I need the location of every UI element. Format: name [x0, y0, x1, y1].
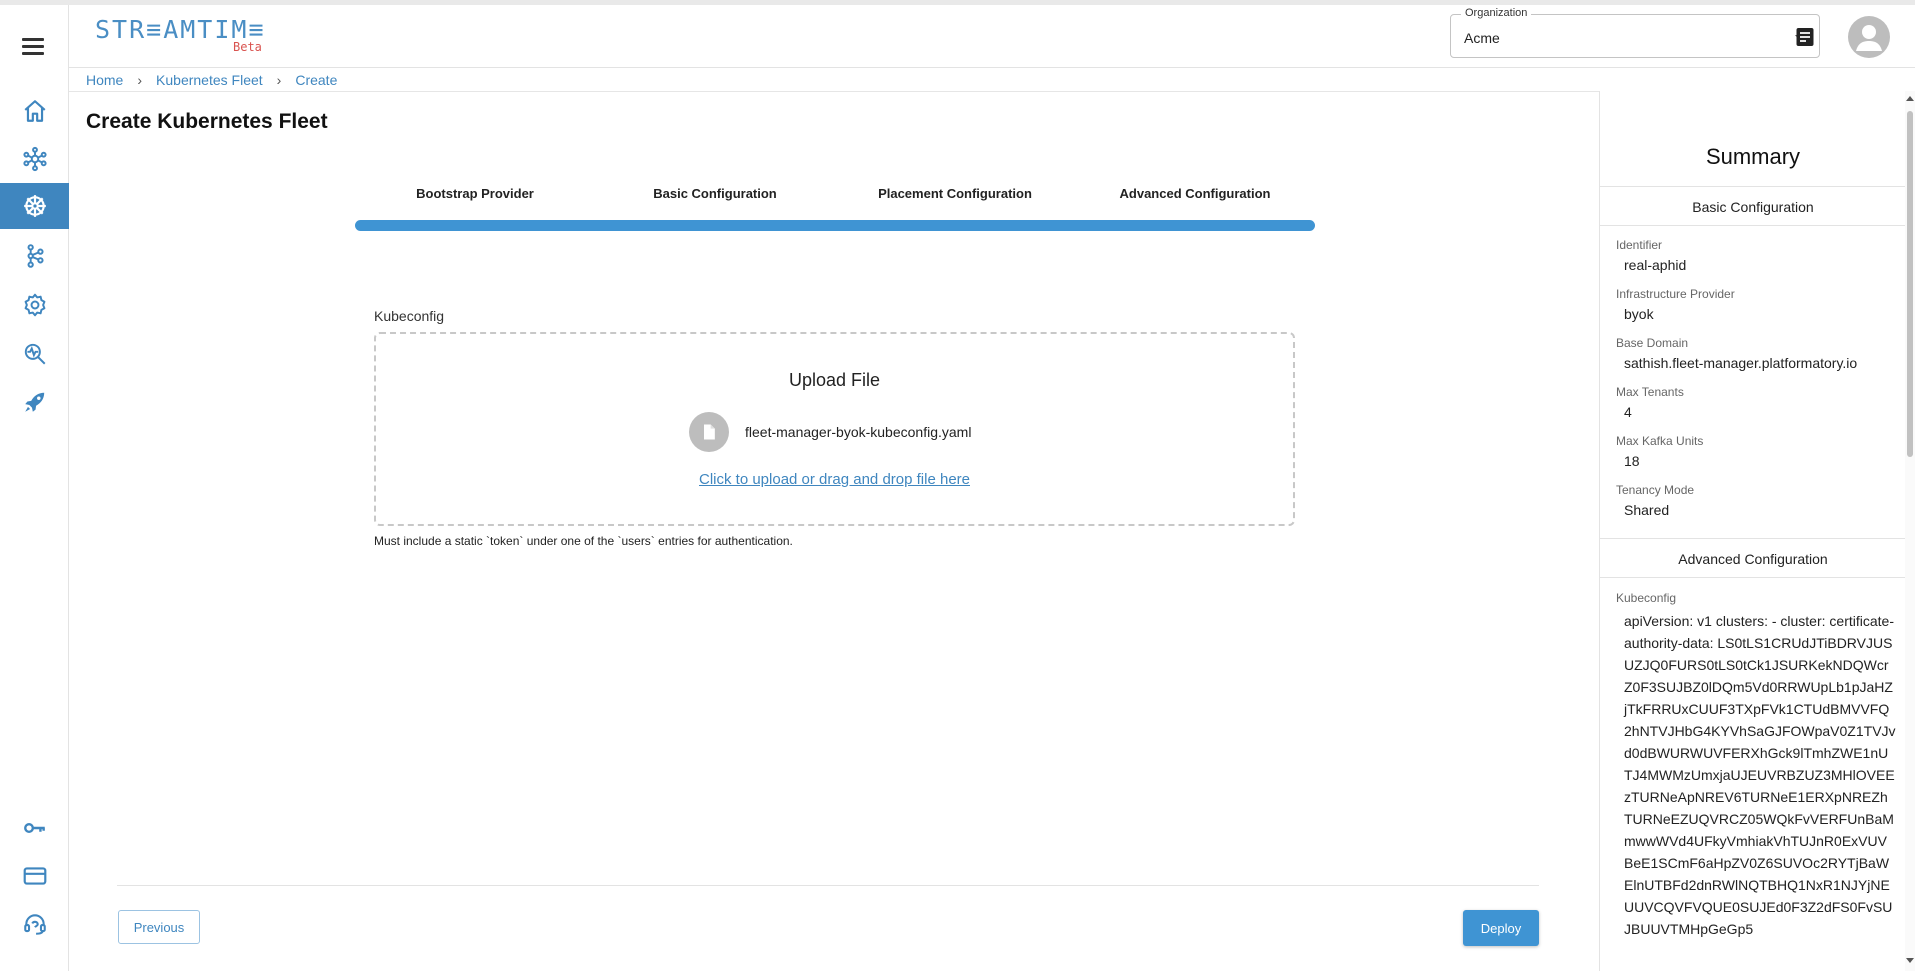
breadcrumb-kubernetes-fleet[interactable]: Kubernetes Fleet — [156, 72, 263, 88]
organization-select[interactable]: Organization Acme — [1450, 7, 1820, 58]
scroll-down-arrow-icon[interactable] — [1906, 958, 1914, 963]
monitoring-search-icon — [24, 343, 45, 365]
kubeconfig-helper-text: Must include a static `token` under one … — [374, 534, 793, 548]
sidebar-item-kubernetes-fleet[interactable] — [0, 183, 69, 229]
deploy-button[interactable]: Deploy — [1463, 910, 1539, 946]
summary-max-tenants-label: Max Tenants — [1616, 385, 1684, 399]
organization-label: Organization — [1461, 7, 1532, 19]
key-icon — [23, 823, 45, 833]
upload-title: Upload File — [788, 370, 881, 390]
previous-button[interactable]: Previous — [118, 910, 200, 944]
breadcrumb: Home › Kubernetes Fleet › Create — [86, 72, 337, 88]
breadcrumb-create[interactable]: Create — [295, 72, 337, 88]
settings-gear-icon — [24, 293, 45, 317]
summary-identifier-label: Identifier — [1616, 238, 1663, 252]
kubernetes-wheel-icon — [23, 195, 46, 217]
summary-base-domain-label: Base Domain — [1616, 336, 1689, 350]
step-advanced-configuration[interactable]: Advanced Configuration — [1075, 186, 1315, 201]
chevron-right-icon: › — [137, 72, 143, 88]
summary-title: Summary — [1705, 144, 1801, 169]
user-avatar[interactable] — [1848, 16, 1890, 58]
uploaded-file: fleet-manager-byok-kubeconfig.yaml — [689, 412, 971, 452]
hamburger-menu-icon[interactable] — [18, 35, 50, 59]
stepper: Bootstrap Provider Basic Configuration P… — [355, 186, 1315, 206]
sidebar-item-billing[interactable] — [0, 853, 69, 899]
hub-nodes-icon — [27, 244, 44, 268]
home-icon — [24, 100, 45, 122]
sidebar-item-support[interactable] — [0, 901, 69, 947]
summary-provider-value: byok — [1624, 306, 1654, 322]
upload-link[interactable]: Click to upload or drag and drop file he… — [376, 471, 1293, 488]
sidebar-item-home[interactable] — [0, 88, 69, 134]
page-title: Create Kubernetes Fleet — [86, 110, 328, 133]
uploaded-file-name: fleet-manager-byok-kubeconfig.yaml — [745, 424, 972, 440]
beta-badge: Beta — [233, 40, 262, 54]
kubeconfig-label: Kubeconfig — [374, 308, 445, 324]
summary-tenancy-mode-label: Tenancy Mode — [1616, 483, 1695, 497]
summary-base-domain-value: sathish.fleet-manager.platformatory.io — [1624, 355, 1858, 371]
summary-max-kafka-units-label: Max Kafka Units — [1616, 434, 1704, 448]
summary-tenancy-mode-value: Shared — [1624, 502, 1670, 518]
rocket-icon — [24, 392, 44, 412]
file-icon — [689, 412, 729, 452]
scroll-up-arrow-icon[interactable] — [1906, 96, 1914, 101]
app-header: STR≡AMTIM≡ Beta Organization Acme — [69, 5, 1915, 68]
stepper-progress-bar — [355, 220, 1315, 231]
sidebar-item-clusters[interactable] — [0, 136, 69, 182]
step-basic-configuration[interactable]: Basic Configuration — [595, 186, 835, 201]
sidebar-item-monitoring[interactable] — [0, 331, 69, 377]
sidebar-item-hubs[interactable] — [0, 233, 69, 279]
organization-value: Acme — [1464, 30, 1500, 46]
sidebar-item-api-keys[interactable] — [0, 805, 69, 851]
summary-kubeconfig-value: apiVersion: v1 clusters: - cluster: cert… — [1624, 613, 1896, 937]
summary-max-kafka-units-value: 18 — [1624, 453, 1640, 469]
summary-panel: Summary Basic Configuration Identifier r… — [1599, 91, 1905, 971]
footer-divider — [117, 885, 1539, 886]
chevron-right-icon: › — [276, 72, 282, 88]
support-headset-icon — [23, 914, 46, 935]
summary-advanced-heading: Advanced Configuration — [1600, 538, 1905, 578]
sidebar-item-settings[interactable] — [0, 282, 69, 328]
breadcrumb-home[interactable]: Home — [86, 72, 123, 88]
summary-basic-heading: Basic Configuration — [1600, 186, 1905, 226]
breadcrumb-divider — [69, 91, 1599, 92]
summary-provider-label: Infrastructure Provider — [1616, 287, 1735, 301]
sidebar-item-deployments[interactable] — [0, 379, 69, 425]
file-dropzone[interactable]: Upload File fleet-manager-byok-kubeconfi… — [374, 332, 1295, 526]
cluster-network-icon — [22, 146, 47, 172]
credit-card-icon — [23, 867, 46, 885]
summary-identifier-value: real-aphid — [1624, 257, 1687, 273]
summary-max-tenants-value: 4 — [1624, 404, 1632, 420]
step-placement-configuration[interactable]: Placement Configuration — [835, 186, 1075, 201]
summary-scrollbar-thumb[interactable] — [1907, 111, 1913, 457]
sidebar — [0, 5, 69, 971]
step-bootstrap-provider[interactable]: Bootstrap Provider — [355, 186, 595, 201]
summary-kubeconfig-label: Kubeconfig — [1616, 591, 1677, 605]
documentation-icon[interactable] — [1793, 25, 1817, 49]
user-icon — [1856, 25, 1882, 51]
